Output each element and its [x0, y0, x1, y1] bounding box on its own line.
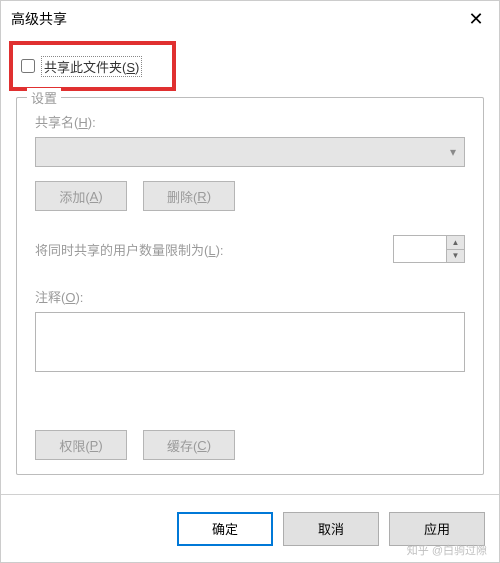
share-folder-checkbox[interactable] [21, 59, 35, 73]
spinner-buttons: ▲ ▼ [446, 236, 464, 262]
cache-button[interactable]: 缓存(C) [143, 430, 235, 460]
close-icon: ✕ [468, 9, 483, 30]
ok-button[interactable]: 确定 [177, 512, 273, 546]
window-title: 高级共享 [11, 9, 67, 29]
watermark-text: 知乎 @白驹过隙 [407, 542, 487, 558]
highlight-annotation: 共享此文件夹(S) [9, 41, 176, 91]
comment-textarea[interactable] [35, 312, 465, 372]
titlebar: 高级共享 ✕ [1, 1, 499, 37]
settings-group-title: 设置 [27, 88, 61, 107]
user-limit-label: 将同时共享的用户数量限制为(L): [35, 240, 224, 259]
user-limit-spinner[interactable]: ▲ ▼ [393, 235, 465, 263]
cancel-button[interactable]: 取消 [283, 512, 379, 546]
permissions-button[interactable]: 权限(P) [35, 430, 127, 460]
spinner-down-icon[interactable]: ▼ [446, 250, 464, 263]
add-button[interactable]: 添加(A) [35, 181, 127, 211]
user-limit-value[interactable] [394, 236, 446, 262]
chevron-down-icon: ▾ [450, 145, 456, 159]
share-folder-checkbox-row[interactable]: 共享此文件夹(S) [21, 56, 142, 77]
share-folder-label: 共享此文件夹(S) [41, 56, 142, 77]
comment-label: 注释(O): [35, 287, 465, 306]
close-button[interactable]: ✕ [453, 1, 499, 37]
add-remove-row: 添加(A) 删除(R) [35, 181, 465, 211]
share-name-label: 共享名(H): [35, 112, 465, 131]
apply-button[interactable]: 应用 [389, 512, 485, 546]
advanced-sharing-dialog: 高级共享 ✕ 共享此文件夹(S) 设置 共享名(H): ▾ 添加(A) 删除(R… [0, 0, 500, 563]
perm-cache-row: 权限(P) 缓存(C) [35, 430, 235, 460]
settings-group: 设置 共享名(H): ▾ 添加(A) 删除(R) 将同时共享的用户数量限制为(L… [16, 97, 484, 475]
spinner-up-icon[interactable]: ▲ [446, 236, 464, 250]
remove-button[interactable]: 删除(R) [143, 181, 235, 211]
user-limit-row: 将同时共享的用户数量限制为(L): ▲ ▼ [35, 235, 465, 263]
share-name-combo[interactable]: ▾ [35, 137, 465, 167]
